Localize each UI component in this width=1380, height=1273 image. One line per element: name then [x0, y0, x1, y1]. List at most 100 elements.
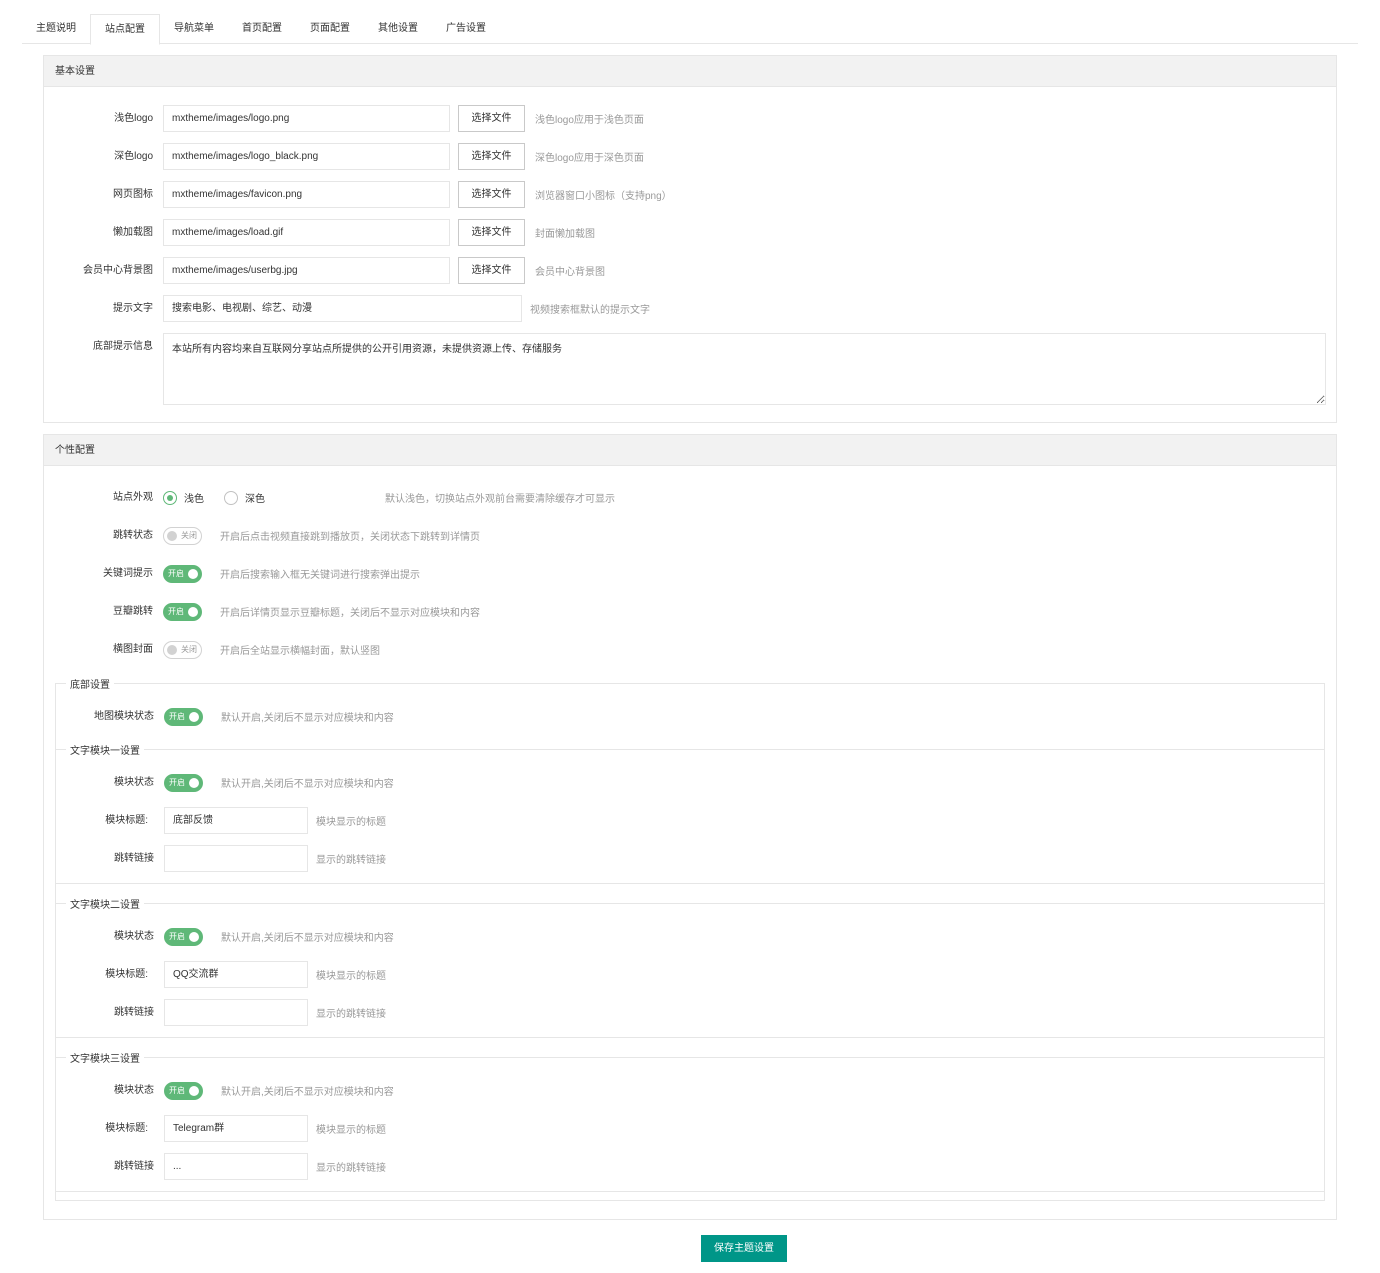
map-label: 地图模块状态	[94, 711, 154, 722]
block2-link-label: 跳转链接	[114, 1007, 154, 1018]
block3-status-hint: 默认开启,关闭后不显示对应模块和内容	[221, 1087, 394, 1098]
favicon-input[interactable]: mxtheme/images/favicon.png	[163, 181, 450, 208]
tab-page-config[interactable]: 页面配置	[296, 14, 364, 44]
block3-title-label: 模块标题:	[105, 1123, 148, 1134]
block3-link-row: 跳转链接 ... 显示的跳转链接	[56, 1153, 386, 1180]
tab-ad-settings[interactable]: 广告设置	[432, 14, 500, 44]
switch-knob	[188, 568, 198, 579]
block3-title-row: 模块标题: Telegram群 模块显示的标题	[56, 1115, 386, 1142]
jump-label: 跳转状态	[113, 530, 153, 541]
douban-hint: 开启后详情页显示豆瓣标题，关闭后不显示对应模块和内容	[220, 608, 480, 619]
text-block-1-fieldset: 文字模块一设置 模块状态 开启 默认开启,关闭后不显示对应模块和内容 模块标题:…	[55, 742, 1325, 884]
block2-title-label: 模块标题:	[105, 969, 148, 980]
favicon-row: 网页图标 mxtheme/images/favicon.png 选择文件 浏览器…	[44, 181, 672, 208]
lazyload-input[interactable]: mxtheme/images/load.gif	[163, 219, 450, 246]
personal-settings-panel: 个性配置 站点外观 浅色 深色 默认浅色，切换站点外观前台需要清除缓存才可显示 …	[43, 434, 1337, 1220]
lazyload-file-button[interactable]: 选择文件	[458, 219, 525, 246]
keyword-switch-text: 开启	[168, 568, 184, 578]
block1-status-label: 模块状态	[114, 777, 154, 788]
block1-link-input[interactable]	[164, 845, 308, 872]
switch-knob	[189, 711, 199, 722]
text-block-2-fieldset: 文字模块二设置 模块状态 开启 默认开启,关闭后不显示对应模块和内容 模块标题:…	[55, 896, 1325, 1038]
block2-status-row: 模块状态 开启 默认开启,关闭后不显示对应模块和内容	[56, 923, 394, 950]
userbg-hint: 会员中心背景图	[535, 267, 605, 278]
tab-site-config[interactable]: 站点配置	[90, 14, 160, 45]
douban-switch[interactable]: 开启	[163, 602, 202, 621]
map-row: 地图模块状态 开启 默认开启,关闭后不显示对应模块和内容	[56, 703, 394, 730]
tab-theme-intro[interactable]: 主题说明	[22, 14, 90, 44]
userbg-file-button[interactable]: 选择文件	[458, 257, 525, 284]
tab-nav-menu[interactable]: 导航菜单	[160, 14, 228, 44]
banner-label: 横图封面	[113, 644, 153, 655]
block1-link-hint: 显示的跳转链接	[316, 855, 386, 866]
appearance-dark-radio[interactable]: 深色	[224, 490, 265, 505]
block3-link-label: 跳转链接	[114, 1161, 154, 1172]
switch-knob	[167, 530, 177, 541]
jump-switch-text: 关闭	[181, 530, 197, 540]
lazyload-row: 懒加载图 mxtheme/images/load.gif 选择文件 封面懒加载图	[44, 219, 595, 246]
appearance-light-radio[interactable]: 浅色	[163, 490, 204, 505]
favicon-file-button[interactable]: 选择文件	[458, 181, 525, 208]
block1-link-row: 跳转链接 显示的跳转链接	[56, 845, 386, 872]
light-logo-file-button[interactable]: 选择文件	[458, 105, 525, 132]
tab-bar: 主题说明 站点配置 导航菜单 首页配置 页面配置 其他设置 广告设置	[22, 14, 1358, 45]
radio-unchecked-icon	[224, 490, 238, 505]
search-hint-input[interactable]: 搜索电影、电视剧、综艺、动漫	[163, 295, 522, 322]
block3-link-input[interactable]: ...	[164, 1153, 308, 1180]
radio-checked-icon	[163, 490, 177, 505]
block3-link-hint: 显示的跳转链接	[316, 1163, 386, 1174]
appearance-dark-text: 深色	[245, 494, 265, 505]
light-logo-hint: 浅色logo应用于浅色页面	[535, 115, 644, 126]
tab-home-config[interactable]: 首页配置	[228, 14, 296, 44]
light-logo-row: 浅色logo mxtheme/images/logo.png 选择文件 浅色lo…	[44, 105, 644, 132]
block2-link-hint: 显示的跳转链接	[316, 1009, 386, 1020]
userbg-input[interactable]: mxtheme/images/userbg.jpg	[163, 257, 450, 284]
appearance-label: 站点外观	[113, 492, 153, 503]
block3-status-row: 模块状态 开启 默认开启,关闭后不显示对应模块和内容	[56, 1077, 394, 1104]
text-block-1-legend: 文字模块一设置	[66, 742, 144, 757]
douban-label: 豆瓣跳转	[113, 606, 153, 617]
block3-status-switch[interactable]: 开启	[164, 1081, 203, 1100]
userbg-row: 会员中心背景图 mxtheme/images/userbg.jpg 选择文件 会…	[44, 257, 605, 284]
dark-logo-file-button[interactable]: 选择文件	[458, 143, 525, 170]
block2-title-input[interactable]: QQ交流群	[164, 961, 308, 988]
save-theme-settings-button[interactable]: 保存主题设置	[701, 1235, 787, 1262]
block1-title-input[interactable]: 底部反馈	[164, 807, 308, 834]
block2-link-input[interactable]	[164, 999, 308, 1026]
dark-logo-input[interactable]: mxtheme/images/logo_black.png	[163, 143, 450, 170]
favicon-hint: 浏览器窗口小图标（支持png）	[535, 191, 672, 202]
block1-switch-text: 开启	[169, 777, 185, 787]
keyword-switch[interactable]: 开启	[163, 564, 202, 583]
footer-notice-textarea[interactable]: 本站所有内容均来自互联网分享站点所提供的公开引用资源，未提供资源上传、存储服务	[163, 333, 1326, 405]
banner-switch[interactable]: 关闭	[163, 640, 202, 659]
keyword-row: 关键词提示 开启 开启后搜索输入框无关键词进行搜索弹出提示	[44, 560, 420, 587]
map-switch-text: 开启	[169, 711, 185, 721]
tab-other-settings[interactable]: 其他设置	[364, 14, 432, 44]
banner-row: 横图封面 关闭 开启后全站显示横幅封面，默认竖图	[44, 636, 380, 663]
douban-row: 豆瓣跳转 开启 开启后详情页显示豆瓣标题，关闭后不显示对应模块和内容	[44, 598, 480, 625]
block3-title-input[interactable]: Telegram群	[164, 1115, 308, 1142]
block3-title-hint: 模块显示的标题	[316, 1125, 386, 1136]
light-logo-input[interactable]: mxtheme/images/logo.png	[163, 105, 450, 132]
block2-status-hint: 默认开启,关闭后不显示对应模块和内容	[221, 933, 394, 944]
block1-title-label: 模块标题:	[105, 815, 148, 826]
text-block-3-fieldset: 文字模块三设置 模块状态 开启 默认开启,关闭后不显示对应模块和内容 模块标题:…	[55, 1050, 1325, 1192]
block2-status-switch[interactable]: 开启	[164, 927, 203, 946]
dark-logo-label: 深色logo	[114, 151, 153, 162]
lazyload-hint: 封面懒加载图	[535, 229, 595, 240]
search-hint-label: 提示文字	[113, 303, 153, 314]
block1-status-switch[interactable]: 开启	[164, 773, 203, 792]
block2-link-row: 跳转链接 显示的跳转链接	[56, 999, 386, 1026]
switch-knob	[188, 606, 198, 617]
block1-status-hint: 默认开启,关闭后不显示对应模块和内容	[221, 779, 394, 790]
banner-hint: 开启后全站显示横幅封面，默认竖图	[220, 646, 380, 657]
jump-hint: 开启后点击视频直接跳到播放页，关闭状态下跳转到详情页	[220, 532, 480, 543]
map-switch[interactable]: 开启	[164, 707, 203, 726]
personal-settings-title: 个性配置	[44, 435, 1336, 466]
block1-status-row: 模块状态 开启 默认开启,关闭后不显示对应模块和内容	[56, 769, 394, 796]
appearance-row: 站点外观 浅色 深色 默认浅色，切换站点外观前台需要清除缓存才可显示	[44, 484, 615, 511]
switch-knob	[189, 931, 199, 942]
keyword-hint: 开启后搜索输入框无关键词进行搜索弹出提示	[220, 570, 420, 581]
jump-switch[interactable]: 关闭	[163, 526, 202, 545]
appearance-light-text: 浅色	[184, 494, 204, 505]
